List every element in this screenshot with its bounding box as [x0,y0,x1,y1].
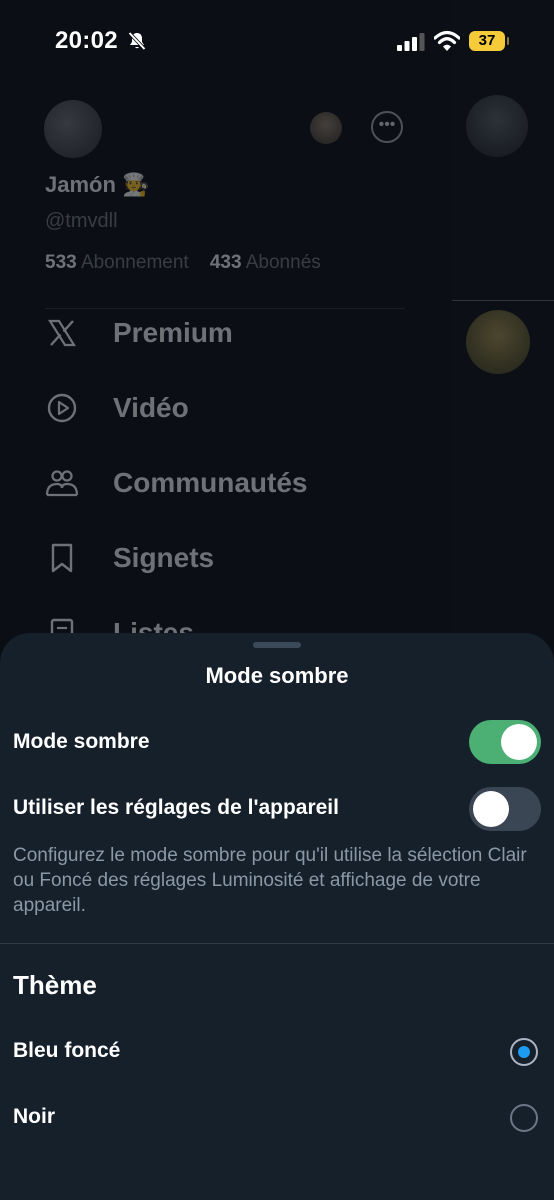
profile-handle: @tmvdll [45,210,118,232]
dark-mode-toggle[interactable] [469,720,541,764]
menu-item-label: Vidéo [113,392,189,423]
menu-item-label: Communautés [113,467,308,498]
follow-stats: 533 Abonnement 433 Abonnés [45,252,321,274]
followers-count[interactable]: 433 [210,252,242,273]
dark-mode-label: Mode sombre [13,730,150,753]
status-bar: 20:02 37 [0,0,554,84]
cellular-signal-icon [397,33,425,51]
profile-avatar[interactable] [44,100,102,158]
play-icon [45,391,79,425]
menu-item-video[interactable]: Vidéo [45,388,189,428]
sheet-title: Mode sombre [205,663,349,688]
menu-item-bookmarks[interactable]: Signets [45,538,214,578]
sheet-grabber[interactable] [253,642,301,648]
secondary-account-avatar[interactable] [310,112,342,144]
bookmark-icon [45,541,79,575]
theme-option-black-label[interactable]: Noir [13,1105,55,1129]
toggle-knob [473,791,509,827]
theme-option-dim-radio[interactable] [510,1038,538,1066]
following-count[interactable]: 533 [45,252,77,273]
status-time: 20:02 [55,27,118,54]
communities-icon [45,466,79,500]
post-author-avatar[interactable] [466,310,530,374]
theme-option-dim-label[interactable]: Bleu foncé [13,1039,120,1063]
theme-option-black-radio[interactable] [510,1104,538,1132]
timeline-peek [452,0,554,640]
following-label[interactable]: Abonnement [81,252,189,273]
post-author-avatar[interactable] [466,95,528,157]
timeline-divider [452,300,554,301]
theme-section-title: Thème [13,970,97,1000]
dark-mode-description: Configurez le mode sombre pour qu'il uti… [13,845,527,916]
more-options-button[interactable]: ••• [371,111,403,143]
drawer-divider [45,308,405,309]
battery-indicator: 37 [469,31,509,51]
toggle-knob [501,724,537,760]
dark-mode-sheet: Mode sombre Mode sombre Utiliser les rég… [0,633,554,1200]
menu-item-label: Premium [113,317,233,348]
menu-item-communities[interactable]: Communautés [45,463,307,503]
menu-item-label: Signets [113,542,215,573]
side-drawer: ••• Jamón 🧑‍🍳 @tmvdll 533 Abonnement 433… [0,0,452,648]
x-logo-icon [45,316,79,350]
profile-name: Jamón 🧑‍🍳 [45,172,150,197]
bell-off-icon [128,31,146,51]
use-device-settings-toggle[interactable] [469,787,541,831]
menu-item-premium[interactable]: Premium [45,313,233,353]
use-device-settings-label: Utiliser les réglages de l'appareil [13,796,339,819]
followers-label[interactable]: Abonnés [246,252,321,273]
wifi-icon [434,30,460,51]
sheet-divider [0,943,554,944]
